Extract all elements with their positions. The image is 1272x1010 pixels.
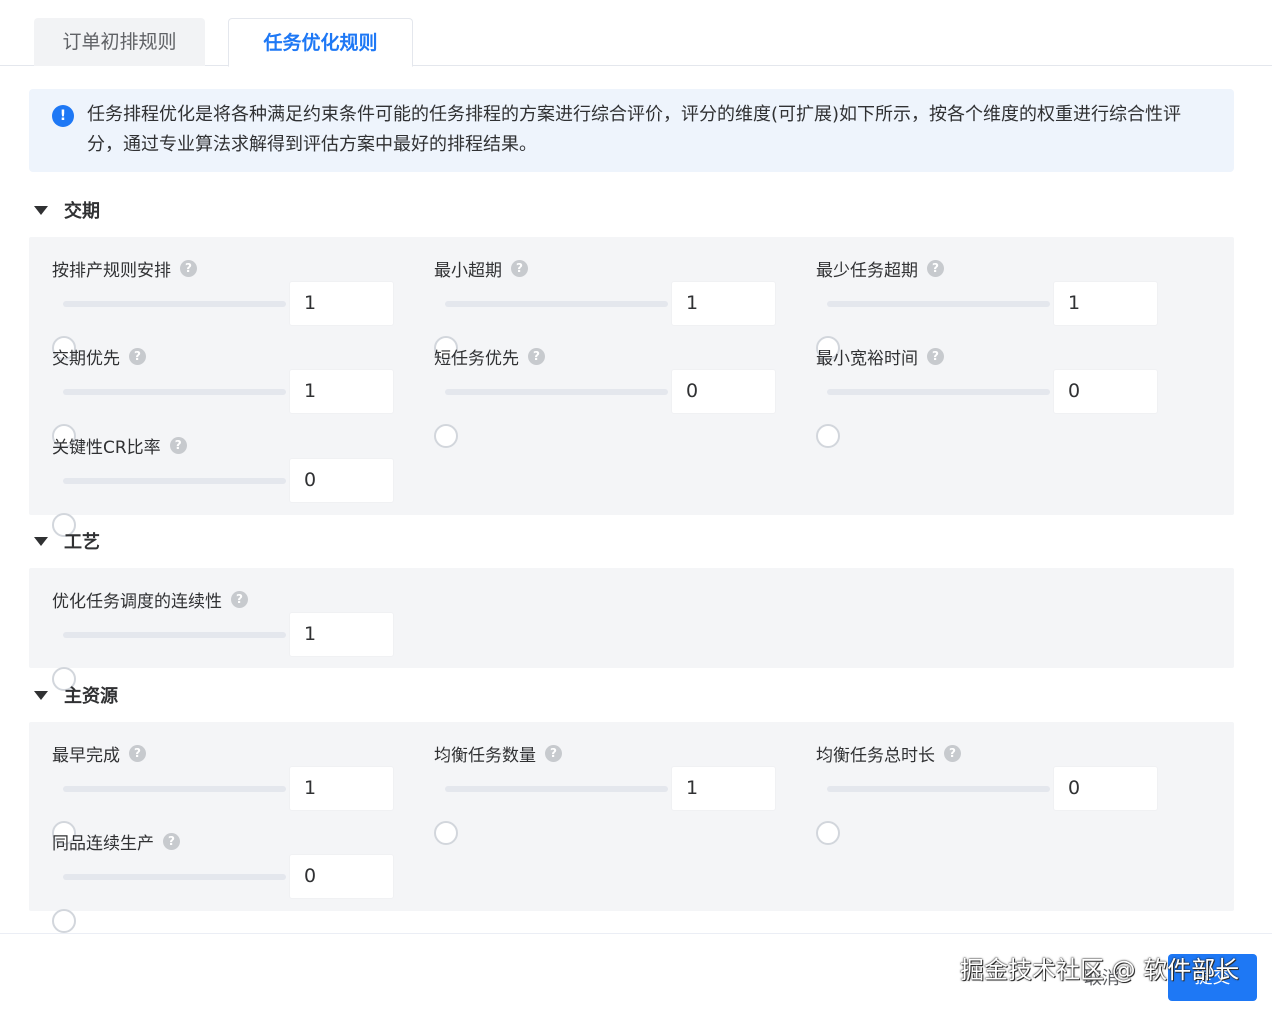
slider-handle[interactable] [434, 821, 458, 845]
section-title: 主资源 [64, 686, 118, 707]
weight-slider[interactable] [52, 389, 286, 448]
weight-label: 关键性CR比率 [52, 437, 161, 458]
weight-input[interactable]: 1 [289, 766, 394, 811]
weight-item: 最早完成? 1 [52, 742, 412, 845]
help-icon[interactable]: ? [180, 259, 197, 277]
weight-item: 均衡任务总时长? 0 [816, 742, 1176, 845]
exclamation-icon: ! [52, 105, 74, 127]
weight-item: 同品连续生产? 0 [52, 830, 412, 933]
weight-label: 同品连续生产 [52, 833, 154, 854]
weight-label: 优化任务调度的连续性 [52, 591, 222, 612]
weight-slider[interactable] [52, 786, 286, 845]
weight-label: 均衡任务数量 [434, 745, 536, 766]
tab-bar: 订单初排规则 任务优化规则 [0, 0, 1272, 67]
help-icon[interactable]: ? [927, 347, 944, 365]
weight-input[interactable]: 1 [1053, 281, 1158, 326]
weight-input[interactable]: 1 [289, 369, 394, 414]
help-icon[interactable]: ? [944, 744, 961, 762]
footer-divider [0, 933, 1272, 934]
section-header-resource[interactable]: 主资源 [34, 681, 118, 709]
help-icon[interactable]: ? [231, 590, 248, 608]
watermark-text: 掘金技术社区 @ 软件部长 [960, 956, 1240, 984]
help-icon[interactable]: ? [528, 347, 545, 365]
section-title: 交期 [64, 201, 100, 222]
weight-input[interactable]: 0 [671, 369, 776, 414]
weight-item: 均衡任务数量? 1 [434, 742, 794, 845]
weight-item: 按排产规则安排? 1 [52, 257, 412, 360]
weight-label: 最早完成 [52, 745, 120, 766]
caret-down-icon [34, 205, 48, 215]
weight-label: 最少任务超期 [816, 260, 918, 281]
weight-input[interactable]: 1 [289, 281, 394, 326]
help-icon[interactable]: ? [169, 436, 187, 454]
slider-handle[interactable] [816, 821, 840, 845]
help-icon[interactable]: ? [129, 347, 146, 365]
weight-item: 关键性CR比率? 0 [52, 434, 412, 537]
help-icon[interactable]: ? [129, 744, 146, 762]
slider-handle[interactable] [52, 909, 76, 933]
weight-label: 均衡任务总时长 [816, 745, 935, 766]
weight-slider[interactable] [52, 478, 286, 537]
weight-item: 短任务优先? 0 [434, 345, 794, 448]
weight-label: 按排产规则安排 [52, 260, 171, 281]
weight-item: 优化任务调度的连续性? 1 [52, 588, 412, 691]
weight-input[interactable]: 0 [1053, 766, 1158, 811]
weight-slider[interactable] [816, 786, 1050, 845]
help-icon[interactable]: ? [927, 259, 944, 277]
caret-down-icon [34, 536, 48, 546]
tab-task-optimization-rules[interactable]: 任务优化规则 [228, 18, 413, 67]
weight-input[interactable]: 0 [289, 854, 394, 899]
weight-item: 最少任务超期? 1 [816, 257, 1176, 360]
weight-input[interactable]: 1 [671, 766, 776, 811]
section-panel-delivery: 按排产规则安排? 1 最小超期? 1 最少任务超期? 1 交期优先? 1 短任务… [29, 237, 1234, 537]
weight-input[interactable]: 0 [1053, 369, 1158, 414]
section-header-delivery[interactable]: 交期 [34, 196, 100, 224]
section-panel-resource: 最早完成? 1 均衡任务数量? 1 均衡任务总时长? 0 同品连续生产? 0 [29, 722, 1234, 933]
weight-input[interactable]: 0 [289, 458, 394, 503]
weight-item: 最小超期? 1 [434, 257, 794, 360]
tab-order-initial-rules[interactable]: 订单初排规则 [34, 18, 205, 66]
weight-slider[interactable] [816, 389, 1050, 448]
help-icon[interactable]: ? [545, 744, 562, 762]
section-header-process[interactable]: 工艺 [34, 527, 100, 555]
weight-input[interactable]: 1 [671, 281, 776, 326]
weight-slider[interactable] [434, 786, 668, 845]
section-panel-process: 优化任务调度的连续性? 1 [29, 568, 1234, 691]
section-title: 工艺 [64, 532, 100, 553]
weight-slider[interactable] [52, 301, 286, 360]
weight-slider[interactable] [434, 389, 668, 448]
help-icon[interactable]: ? [511, 259, 528, 277]
weight-slider[interactable] [52, 874, 286, 933]
weight-item: 交期优先? 1 [52, 345, 412, 448]
weight-slider[interactable] [816, 301, 1050, 360]
help-icon[interactable]: ? [163, 832, 180, 850]
caret-down-icon [34, 690, 48, 700]
weight-slider[interactable] [52, 632, 286, 691]
weight-label: 交期优先 [52, 348, 120, 369]
weight-slider[interactable] [434, 301, 668, 360]
info-alert: ! 任务排程优化是将各种满足约束条件可能的任务排程的方案进行综合评价，评分的维度… [29, 89, 1234, 172]
alert-text: 任务排程优化是将各种满足约束条件可能的任务排程的方案进行综合评价，评分的维度(可… [87, 104, 1182, 155]
weight-input[interactable]: 1 [289, 612, 394, 657]
slider-handle[interactable] [816, 424, 840, 448]
slider-handle[interactable] [434, 424, 458, 448]
weight-label: 短任务优先 [434, 348, 519, 369]
weight-label: 最小超期 [434, 260, 502, 281]
weight-item: 最小宽裕时间? 0 [816, 345, 1176, 448]
weight-label: 最小宽裕时间 [816, 348, 918, 369]
